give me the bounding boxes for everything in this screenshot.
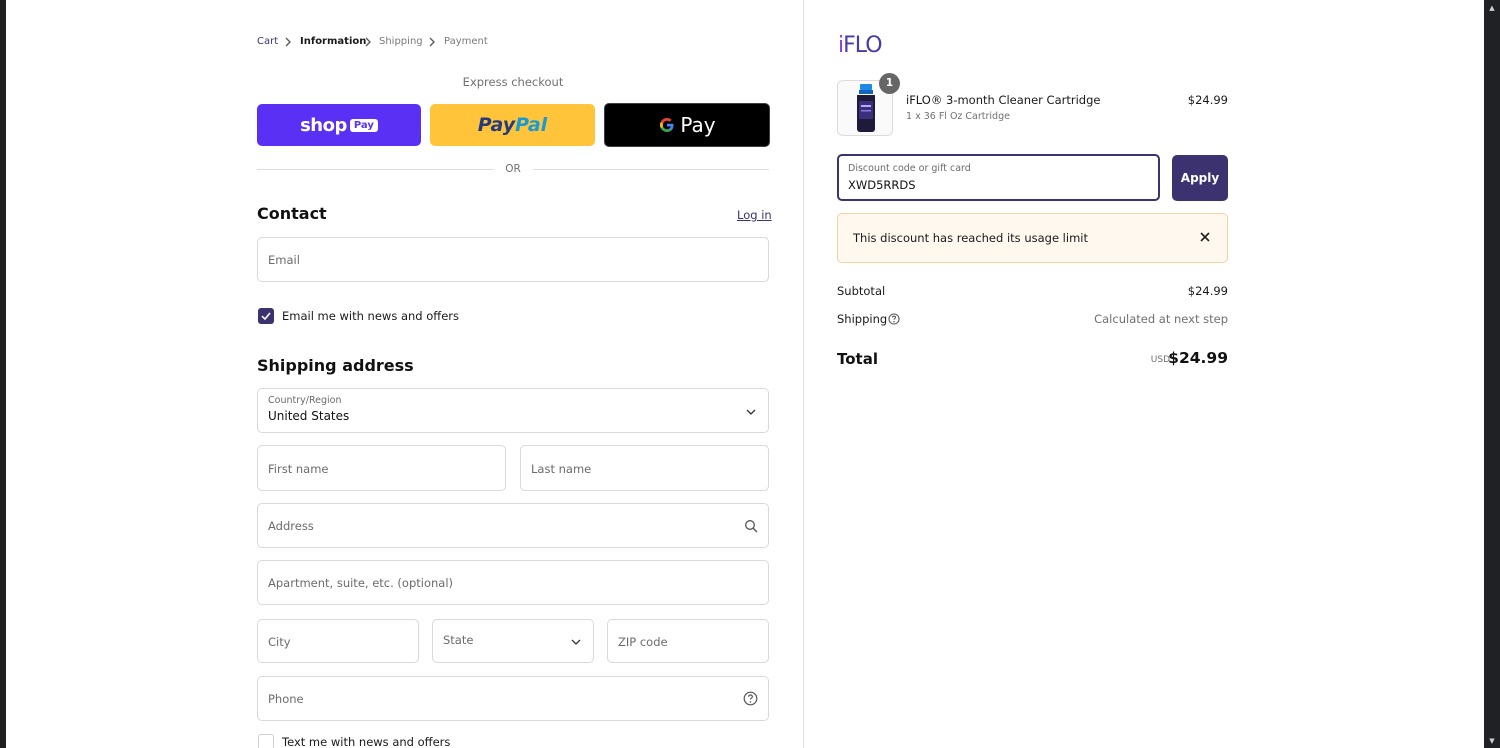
scroll-up-arrow-icon[interactable]: ▲: [1488, 3, 1496, 13]
chevron-right-icon: [285, 37, 291, 47]
discount-error-notice: This discount has reached its usage limi…: [837, 213, 1228, 263]
state-select[interactable]: State: [432, 619, 594, 663]
city-placeholder: City: [268, 635, 291, 649]
country-value: United States: [268, 409, 350, 423]
google-pay-button[interactable]: Pay: [604, 103, 770, 147]
address-field[interactable]: Address: [257, 503, 769, 548]
breadcrumb-shipping: Shipping: [379, 36, 423, 47]
breadcrumb-information: Information: [300, 36, 367, 47]
newsletter-checkbox[interactable]: [258, 308, 274, 324]
subtotal-value: $24.99: [1187, 284, 1228, 298]
discount-value: XWD5RRDS: [848, 178, 916, 192]
product-price: $24.99: [1187, 93, 1228, 107]
browser-scrollbar[interactable]: ▲ ▼: [1484, 0, 1500, 748]
newsletter-label: Email me with news and offers: [282, 309, 460, 323]
discount-error-text: This discount has reached its usage limi…: [853, 231, 1088, 245]
apartment-placeholder: Apartment, suite, etc. (optional): [268, 576, 454, 590]
google-g-icon: [660, 118, 674, 132]
shop-pay-wordmark: shop: [300, 114, 347, 136]
shipping-address-heading: Shipping address: [257, 356, 414, 375]
apply-discount-button[interactable]: Apply: [1172, 155, 1228, 201]
shop-pay-button[interactable]: shop Pay: [257, 104, 421, 146]
city-field[interactable]: City: [257, 619, 419, 663]
total-currency: USD: [1150, 355, 1170, 365]
discount-label: Discount code or gift card: [848, 163, 971, 174]
email-field[interactable]: Email: [257, 237, 769, 282]
checkout-main: Cart Information Shipping Payment Expres…: [6, 0, 803, 748]
total-value: $24.99: [1168, 349, 1228, 367]
country-label: Country/Region: [268, 395, 342, 406]
divider-line: [257, 169, 494, 170]
order-summary: iFLO 1 iFLO® 3-month Cleaner Cartridge 1…: [804, 0, 1484, 748]
zip-code-field[interactable]: ZIP code: [607, 619, 769, 663]
phone-placeholder: Phone: [268, 692, 304, 706]
total-label: Total: [837, 350, 878, 368]
country-select[interactable]: Country/Region United States: [257, 388, 769, 433]
close-icon[interactable]: [1197, 229, 1213, 245]
log-in-link[interactable]: Log in: [737, 208, 772, 222]
product-name: iFLO® 3-month Cleaner Cartridge: [906, 93, 1101, 107]
chevron-right-icon: [429, 37, 435, 47]
divider-line: [533, 169, 769, 170]
shipping-value: Calculated at next step: [1094, 312, 1228, 326]
discount-code-field[interactable]: Discount code or gift card XWD5RRDS: [837, 154, 1160, 201]
paypal-button[interactable]: PayPal: [430, 104, 595, 146]
first-name-placeholder: First name: [268, 462, 329, 476]
last-name-placeholder: Last name: [531, 462, 592, 476]
sms-checkbox[interactable]: [258, 734, 274, 748]
express-checkout-label: Express checkout: [462, 75, 564, 89]
shipping-label: Shipping: [837, 312, 888, 326]
contact-heading: Contact: [257, 204, 327, 223]
help-circle-icon[interactable]: [888, 313, 900, 325]
chevron-down-icon: [746, 409, 756, 415]
state-placeholder: State: [443, 633, 474, 647]
email-placeholder: Email: [268, 253, 300, 267]
breadcrumb-payment: Payment: [444, 36, 488, 47]
shop-pay-badge: Pay: [349, 118, 378, 132]
subtotal-label: Subtotal: [837, 284, 886, 298]
last-name-field[interactable]: Last name: [520, 445, 769, 491]
iflo-logo: iFLO: [838, 33, 883, 58]
help-circle-icon[interactable]: [743, 691, 758, 706]
paypal-wordmark: PayPal: [477, 114, 548, 136]
checkmark-icon: [261, 312, 271, 321]
breadcrumb-cart[interactable]: Cart: [257, 36, 278, 48]
zip-code-placeholder: ZIP code: [618, 635, 668, 649]
sms-label: Text me with news and offers: [282, 735, 451, 748]
google-pay-wordmark: Pay: [680, 113, 716, 137]
scroll-down-arrow-icon[interactable]: ▼: [1488, 736, 1496, 746]
chevron-down-icon: [571, 639, 581, 645]
product-variant: 1 x 36 Fl Oz Cartridge: [906, 111, 1010, 122]
apartment-field[interactable]: Apartment, suite, etc. (optional): [257, 560, 769, 605]
search-icon[interactable]: [744, 519, 758, 533]
address-placeholder: Address: [268, 519, 314, 533]
chevron-right-icon: [365, 37, 371, 47]
first-name-field[interactable]: First name: [257, 445, 506, 491]
or-divider-text: OR: [505, 163, 521, 175]
quantity-badge: 1: [879, 73, 900, 94]
phone-field[interactable]: Phone: [257, 676, 769, 721]
